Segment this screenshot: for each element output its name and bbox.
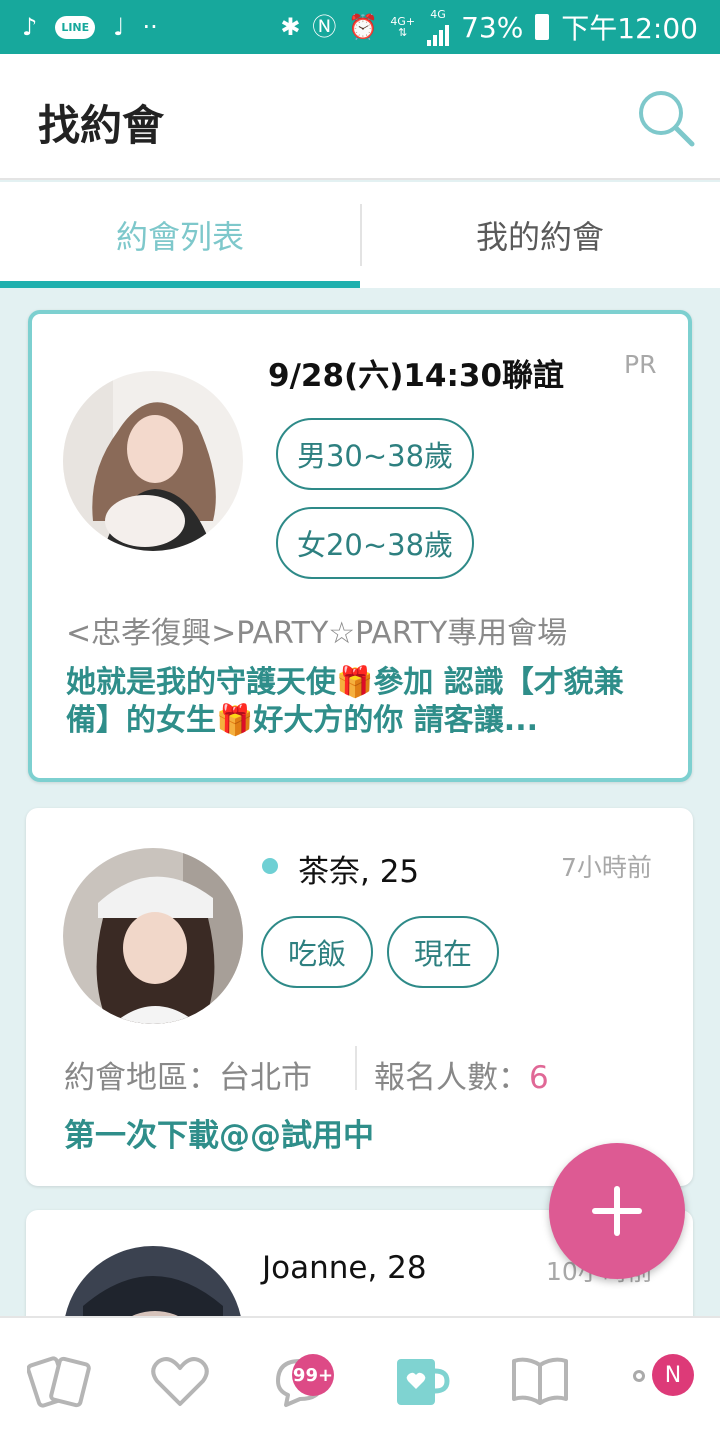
alarm-icon: ⏰ (348, 13, 379, 41)
time-tag: 現在 (387, 916, 499, 988)
page-title: 找約會 (38, 101, 165, 150)
nfc-icon: Ⓝ (312, 13, 337, 41)
indicator-dot (633, 1370, 645, 1382)
network-type: 4G+ ⇅ (390, 15, 416, 39)
cards-icon (27, 1356, 91, 1408)
age-range-female: 女20~38歲 (276, 507, 474, 579)
bluetooth-music-icon: ♪ (22, 13, 38, 41)
nav-dates[interactable] (385, 1346, 455, 1416)
desc-text: 好大方的你 請客讓... (253, 703, 538, 738)
online-dot (262, 858, 278, 874)
add-date-button[interactable] (549, 1143, 685, 1279)
avatar[interactable] (63, 371, 243, 551)
signup-label: 報名人數： (374, 1060, 529, 1096)
activity-tag: 吃飯 (261, 916, 373, 988)
battery-icon (535, 14, 550, 40)
tab-date-list[interactable]: 約會列表 (0, 182, 360, 288)
signal-icon: 4G (427, 9, 450, 46)
clock: 下午12:00 (561, 12, 698, 45)
battery-percent: 73% (461, 10, 524, 44)
user-name-age: Joanne, 28 (262, 1250, 427, 1286)
desc-text: 她就是我的守護天使 (66, 665, 336, 700)
user-name-age: 茶奈, 25 (298, 854, 420, 890)
search-button[interactable] (636, 88, 696, 148)
date-description: 她就是我的守護天使🎁參加 認識【才貌兼備】的女生🎁好大方的你 請客讓... (66, 664, 666, 740)
nav-cards[interactable] (25, 1346, 95, 1416)
nav-likes[interactable] (145, 1346, 215, 1416)
tab-my-dates[interactable]: 我的約會 (360, 182, 720, 288)
heart-icon (151, 1357, 209, 1406)
status-bar: ♪ LINE ♩ ·· ✱ Ⓝ ⏰ 4G+ ⇅ 4G 73% 下午12:00 (0, 0, 720, 54)
avatar[interactable] (63, 848, 243, 1024)
gift-icon: 🎁 (216, 703, 254, 738)
cup-icon (397, 1359, 450, 1405)
date-area: 約會地區：台北市 (64, 1060, 312, 1096)
app-bar: 找約會 (0, 54, 720, 180)
messages-badge: 99+ (292, 1354, 334, 1396)
date-card-promoted[interactable]: 9/28(六)14:30聯誼 PR 男30~38歲 女20~38歲 <忠孝復興>… (28, 310, 692, 782)
nav-notifications[interactable]: N (652, 1354, 694, 1396)
date-card[interactable]: 茶奈, 25 7小時前 吃飯 現在 約會地區：台北市 報名人數：6 第一次下載@… (26, 808, 693, 1186)
bluetooth-icon: ✱ (280, 13, 301, 41)
more-dots-icon: ·· (142, 13, 158, 41)
age-range-male: 男30~38歲 (276, 418, 474, 490)
book-icon (512, 1357, 568, 1405)
signup-count: 報名人數：6 (374, 1052, 549, 1097)
tab-indicator (0, 281, 360, 288)
divider (355, 1046, 357, 1090)
avatar[interactable] (63, 1246, 243, 1316)
date-title: 9/28(六)14:30聯誼 (268, 358, 565, 394)
line-icon: LINE (55, 15, 96, 39)
status-message: 第一次下載@@試用中 (64, 1118, 374, 1154)
post-time: 7小時前 (561, 853, 652, 882)
pr-tag: PR (624, 350, 657, 379)
tab-bar: 約會列表 我的約會 (0, 182, 720, 288)
gift-icon: 🎁 (336, 665, 374, 700)
bottom-nav: 99+ N (0, 1316, 720, 1440)
music-note-icon: ♩ (113, 13, 125, 41)
search-icon (639, 91, 695, 147)
nav-diary[interactable] (505, 1346, 575, 1416)
plus-icon (592, 1186, 642, 1236)
venue-text: <忠孝復興>PARTY☆PARTY專用會場 (66, 616, 568, 651)
signup-number: 6 (529, 1060, 549, 1096)
